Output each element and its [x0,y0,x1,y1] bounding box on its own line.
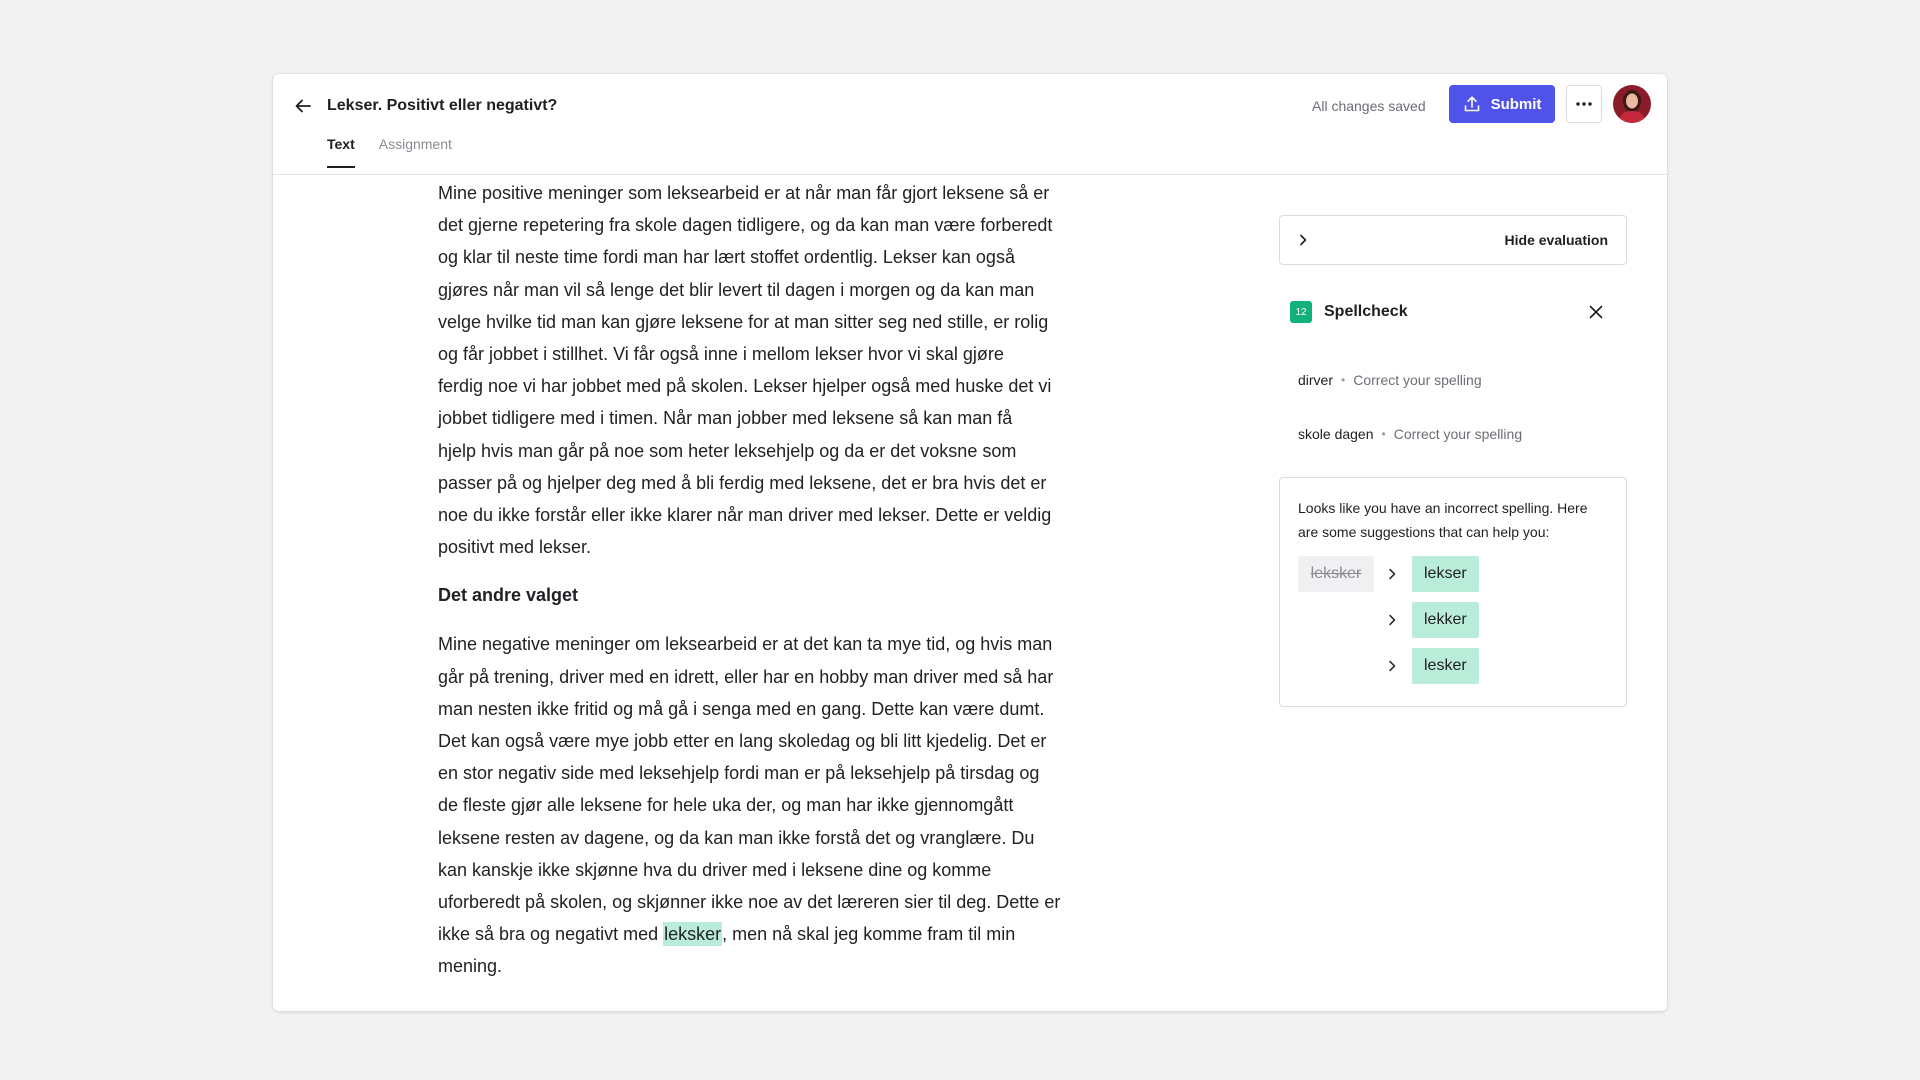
text-line: gjøres når man vil så lenge det blir lev… [438,279,1035,300]
suggestion-option[interactable]: lesker [1412,648,1479,684]
document-title: Lekser. Positivt eller negativt? [327,97,558,114]
issue-hint: Correct your spelling [1393,426,1523,442]
chevron-right-icon [1389,660,1396,672]
text-line: det gjerne repetering fra skole dagen ti… [438,215,1053,236]
text-line: ferdig noe vi har jobbet med på skolen. … [438,376,1052,397]
chevron-right-icon [1389,568,1396,580]
user-avatar[interactable] [1613,85,1651,123]
hide-evaluation-label: Hide evaluation [1504,232,1608,248]
text-line: man nesten ikke fritid og må gå i senga … [438,698,1045,719]
text-line: velge hvilke tid man kan gjøre leksene f… [438,311,1049,332]
document-body[interactable]: Mine positive meninger som leksearbeid e… [438,175,1083,983]
more-horizontal-icon [1576,102,1592,106]
submit-button[interactable]: Submit [1449,85,1555,123]
text-line: kan kanskje ikke skjønne hva du driver m… [438,859,992,880]
close-spellcheck-button[interactable] [1584,300,1608,324]
tab-bar: Text Assignment [327,134,452,168]
chevron-right-icon [1389,614,1396,626]
text-line: går på trening, driver med en idrett, el… [438,666,1054,687]
text-line: en stor negativ side med leksehjelp ford… [438,763,1040,784]
submit-label: Submit [1490,95,1542,113]
tab-assignment[interactable]: Assignment [379,134,452,167]
hide-evaluation-button[interactable]: Hide evaluation [1279,215,1627,265]
misspelled-word-highlight[interactable]: leksker [663,922,723,947]
chevron-right-icon [1300,234,1307,246]
suggestion-message: Looks like you have an incorrect spellin… [1298,500,1588,540]
text-line: Mine positive meninger som leksearbeid e… [438,183,1050,203]
text-fragment: , men nå skal jeg komme fram til min [722,924,1016,945]
text-line: hjelp hvis man går på noe som heter leks… [438,440,1017,461]
spellcheck-title: Spellcheck [1324,303,1408,320]
upload-icon [1464,96,1479,112]
text-line: jobbet tidligere med i timen. Når man jo… [438,408,1013,429]
text-line: positivt med lekser. [438,537,592,558]
more-options-button[interactable] [1566,85,1602,123]
suggestion-option[interactable]: lekser [1412,556,1479,592]
text-line: uforberedt på skolen, og skjønner ikke n… [438,892,1061,913]
issue-hint: Correct your spelling [1353,372,1482,388]
text-line: de fleste gjør alle leksene for hele uka… [438,795,1014,816]
suggestion-card: Looks like you have an incorrect spellin… [1279,477,1627,707]
separator-dot: • [1381,427,1386,441]
paragraph-positive: Mine positive meninger som leksearbeid e… [438,177,1083,563]
text-line: og får jobbet i stillhet. Vi får også in… [438,344,1004,365]
original-word: leksker [1298,556,1374,592]
arrow-left-icon [295,99,311,113]
spellcheck-count-badge: 12 [1290,301,1312,323]
text-line: leksene resten av dagene, og da kan man … [438,827,1035,848]
editor-header: Lekser. Positivt eller negativt? Text As… [273,74,1667,175]
spellcheck-header: 12 Spellcheck [1290,298,1620,326]
suggestion-option[interactable]: lekker [1412,602,1479,638]
back-button[interactable] [287,90,319,122]
paragraph-negative: Mine negative meninger om leksearbeid er… [438,628,1083,982]
issue-word: skole dagen [1298,426,1374,442]
text-line: Det kan også være mye jobb etter en lang… [438,731,1047,752]
section-heading: Det andre valget [438,585,579,606]
spelling-issue[interactable]: skole dagen • Correct your spelling [1298,424,1522,444]
spelling-issue[interactable]: dirver • Correct your spelling [1298,370,1482,390]
editor-window: Lekser. Positivt eller negativt? Text As… [273,74,1667,1011]
text-line: passer på og hjelper deg med å bli ferdi… [438,472,1047,493]
text-line: mening. [438,956,503,977]
text-fragment: ikke så bra og negativt med [438,924,664,945]
separator-dot: • [1341,373,1346,387]
issue-word: dirver [1298,372,1334,388]
text-line: noe du ikke forstår eller ikke klarer nå… [438,505,1052,526]
tab-text[interactable]: Text [327,134,355,168]
save-status: All changes saved [1312,98,1426,114]
avatar-image [1613,85,1651,123]
close-icon [1589,305,1603,319]
text-line: Mine negative meninger om leksearbeid er… [438,634,1053,655]
text-line: og klar til neste time fordi man har lær… [438,247,1015,268]
